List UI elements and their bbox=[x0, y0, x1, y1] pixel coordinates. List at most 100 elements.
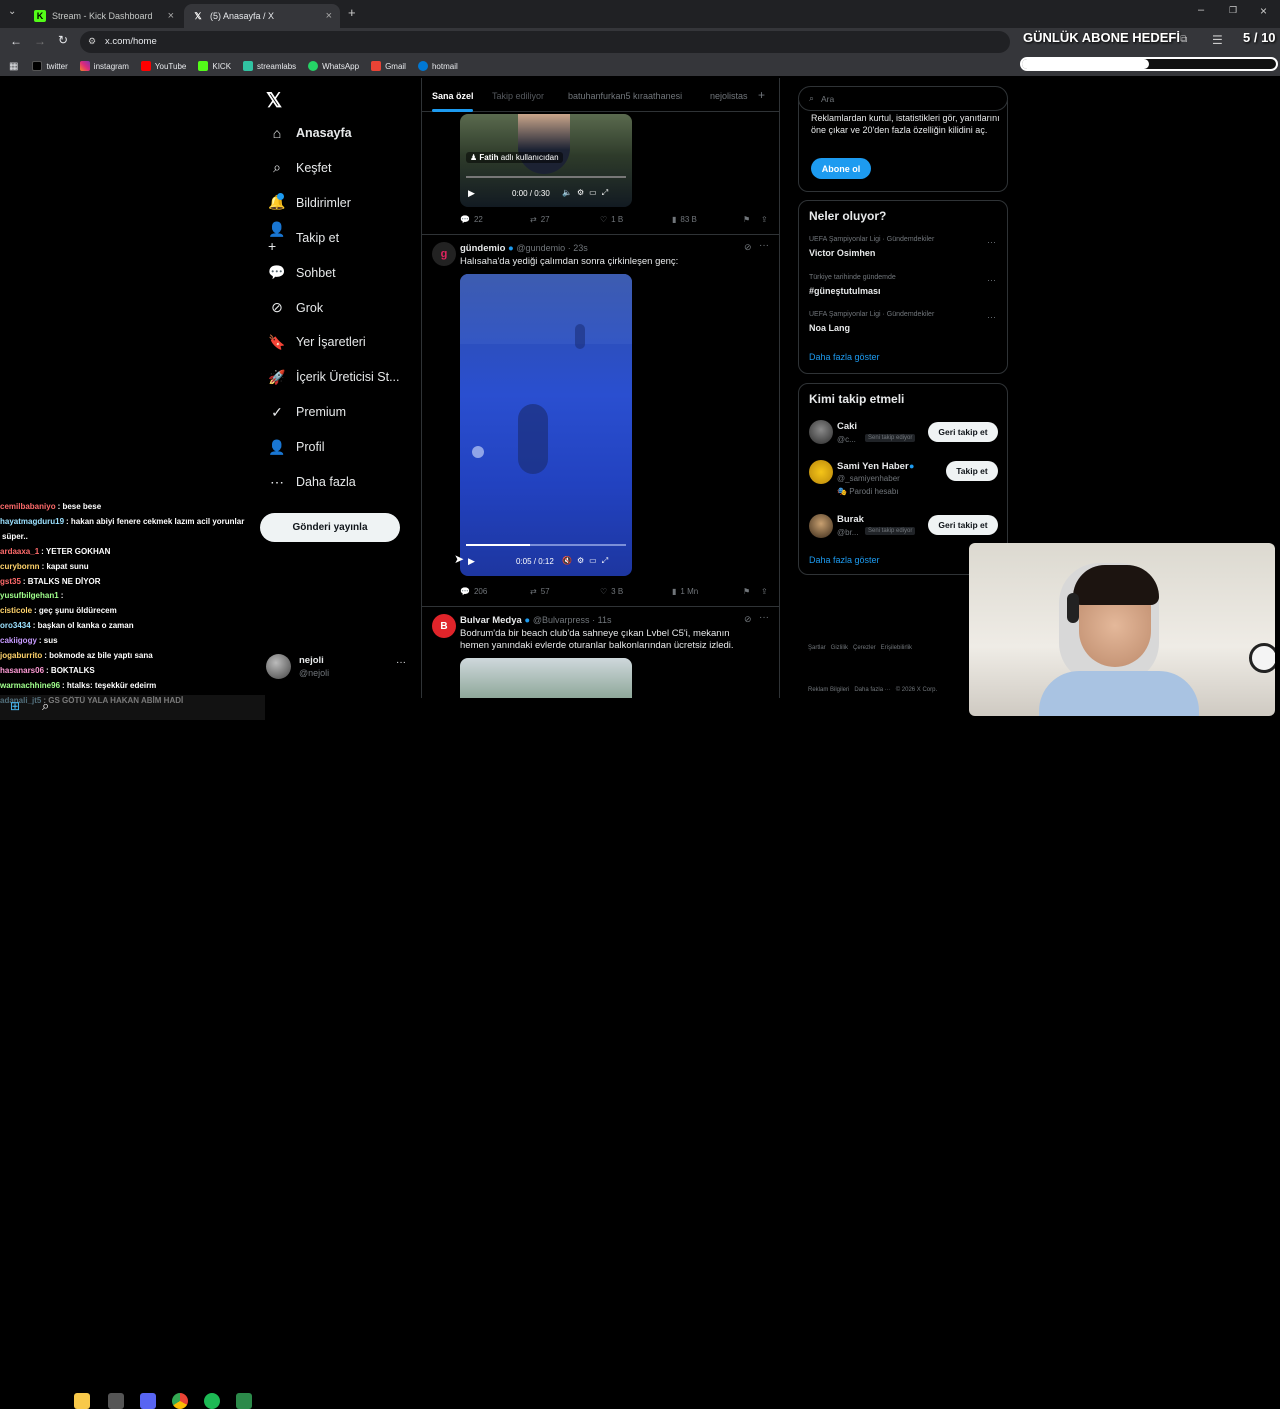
obs-icon[interactable] bbox=[236, 1393, 252, 1409]
nav-item-more[interactable]: ⋯ Daha fazla bbox=[268, 470, 356, 494]
retweet-button[interactable]: ⇄ 57 bbox=[530, 587, 550, 596]
tab-list-batuhan[interactable]: batuhanfurkan5 kıraathanesi bbox=[568, 91, 682, 101]
suggest-name[interactable]: Sami Yen Haber bbox=[837, 461, 909, 472]
tab-following[interactable]: Takip ediliyor bbox=[492, 91, 544, 101]
site-info-icon[interactable]: ⚙ bbox=[88, 36, 96, 47]
like-button[interactable]: ♡ 1 B bbox=[600, 215, 623, 224]
windows-start-icon[interactable]: ⊞ bbox=[10, 699, 20, 713]
trend-name[interactable]: Noa Lang bbox=[809, 323, 850, 333]
more-icon[interactable]: ··· bbox=[396, 657, 406, 668]
reply-button[interactable]: 💬 22 bbox=[460, 215, 483, 224]
trend-name[interactable]: #güneştutulması bbox=[809, 286, 881, 296]
suggest-name[interactable]: Burak bbox=[837, 514, 864, 525]
tweet-author-name[interactable]: gündemio bbox=[460, 243, 505, 254]
more-icon[interactable]: ··· bbox=[987, 312, 996, 322]
file-explorer-icon[interactable] bbox=[74, 1393, 90, 1409]
close-tab-icon[interactable]: × bbox=[326, 10, 332, 22]
who-show-more[interactable]: Daha fazla göster bbox=[809, 555, 880, 565]
video-progress-track[interactable] bbox=[466, 544, 626, 546]
nav-item-creator-studio[interactable]: 🚀 İçerik Üreticisi St... bbox=[268, 365, 399, 389]
tab-list-nejolistas[interactable]: nejolistas bbox=[710, 91, 748, 101]
grok-icon[interactable]: ⊘ bbox=[744, 242, 752, 253]
avatar[interactable]: B bbox=[432, 614, 456, 638]
views-button[interactable]: ▮ 1 Mn bbox=[672, 587, 698, 596]
forward-icon[interactable]: → bbox=[34, 34, 46, 48]
more-icon[interactable]: ··· bbox=[759, 240, 769, 251]
nav-item-bookmarks[interactable]: 🔖 Yer İşaretleri bbox=[268, 330, 365, 354]
tab-x-home[interactable]: 𝕏 (5) Anasayfa / X × bbox=[184, 4, 340, 28]
bookmark-icon[interactable]: ⚑ bbox=[743, 215, 750, 224]
bookmark-whatsapp[interactable]: WhatsApp bbox=[308, 61, 359, 71]
nav-item-chat[interactable]: 💬 Sohbet bbox=[268, 261, 335, 285]
close-tab-icon[interactable]: × bbox=[168, 10, 174, 22]
reply-button[interactable]: 💬 206 bbox=[460, 587, 487, 596]
tweet-time[interactable]: · 11s bbox=[592, 615, 611, 625]
bookmark-instagram[interactable]: instagram bbox=[79, 61, 129, 71]
new-tab-icon[interactable]: + bbox=[348, 5, 356, 20]
add-tab-icon[interactable]: + bbox=[758, 88, 765, 102]
tweet-handle[interactable]: @gundemio bbox=[516, 243, 565, 253]
address-bar[interactable]: ⚙ x.com/home bbox=[80, 31, 1010, 53]
reload-icon[interactable]: ↻ bbox=[58, 33, 68, 47]
like-button[interactable]: ♡ 3 B bbox=[600, 587, 623, 596]
bookmark-kick[interactable]: KICK bbox=[198, 61, 231, 71]
chat-username[interactable]: curybornn bbox=[0, 562, 40, 571]
tweet-video[interactable]: ▶ 0:05 / 0:12 🔇⚙▭⤢ bbox=[460, 274, 632, 576]
tab-for-you[interactable]: Sana özel bbox=[432, 91, 474, 101]
chat-username[interactable]: cemilbabaniyo bbox=[0, 502, 56, 511]
more-icon[interactable]: ··· bbox=[759, 612, 769, 623]
nav-item-follow[interactable]: 👤+ Takip et bbox=[268, 221, 339, 254]
post-button[interactable]: Gönderi yayınla bbox=[260, 513, 400, 542]
video-controls-icons[interactable]: 🔇⚙▭⤢ bbox=[562, 556, 613, 566]
follow-button[interactable]: Takip et bbox=[946, 461, 998, 481]
discord-icon[interactable] bbox=[140, 1393, 156, 1409]
bookmark-gmail[interactable]: Gmail bbox=[371, 61, 406, 71]
nav-item-explore[interactable]: ⌕ Keşfet bbox=[268, 156, 331, 180]
chat-username[interactable]: hayatmagduru19 bbox=[0, 517, 64, 526]
chat-username[interactable]: ardaaxa_1 bbox=[0, 547, 39, 556]
nav-item-premium[interactable]: ✓ Premium bbox=[268, 400, 346, 424]
suggest-name[interactable]: Caki bbox=[837, 421, 857, 432]
tab-kick-dashboard[interactable]: K Stream - Kick Dashboard × bbox=[26, 4, 182, 28]
nav-item-profile[interactable]: 👤 Profil bbox=[268, 435, 324, 459]
taskbar-search-icon[interactable]: ⌕ bbox=[42, 698, 49, 714]
chat-username[interactable]: cisticole bbox=[0, 606, 32, 615]
minimize-icon[interactable]: – bbox=[1198, 4, 1204, 16]
grok-icon[interactable]: ⊘ bbox=[744, 614, 752, 625]
more-icon[interactable]: ··· bbox=[987, 237, 996, 247]
chat-username[interactable]: yusufbilgehan1 bbox=[0, 591, 59, 600]
account-switcher[interactable]: nejoli @nejoli ··· bbox=[266, 654, 412, 680]
tweet-author-name[interactable]: Bulvar Medya bbox=[460, 615, 522, 626]
video-controls-icons[interactable]: 🔈⚙▭⤢ bbox=[562, 188, 613, 198]
spotify-icon[interactable] bbox=[204, 1393, 220, 1409]
chat-username[interactable]: gst35 bbox=[0, 577, 21, 586]
trend-name[interactable]: Victor Osimhen bbox=[809, 248, 875, 258]
subscribe-button[interactable]: Abone ol bbox=[811, 158, 871, 179]
avatar[interactable] bbox=[809, 514, 833, 538]
close-window-icon[interactable]: × bbox=[1260, 4, 1267, 18]
tweet-video[interactable]: ♟ Fatih adlı kullanıcıdan ▶ 0:00 / 0:30 … bbox=[460, 114, 632, 207]
apps-grid-icon[interactable]: ▦ bbox=[9, 61, 18, 72]
follow-back-button[interactable]: Geri takip et bbox=[928, 422, 998, 442]
share-icon[interactable]: ⇪ bbox=[761, 215, 768, 224]
views-button[interactable]: ▮ 83 B bbox=[672, 215, 697, 224]
trends-show-more[interactable]: Daha fazla göster bbox=[809, 352, 880, 362]
avatar[interactable]: g bbox=[432, 242, 456, 266]
tweet-time[interactable]: · 23s bbox=[568, 243, 588, 253]
follow-back-button[interactable]: Geri takip et bbox=[928, 515, 998, 535]
nav-item-home[interactable]: ⌂ Anasayfa bbox=[268, 121, 352, 145]
app-icon[interactable] bbox=[108, 1393, 124, 1409]
tweet-handle[interactable]: @Bulvarpress bbox=[533, 615, 590, 625]
bookmark-twitter[interactable]: twitter bbox=[32, 61, 68, 71]
play-icon[interactable]: ▶ bbox=[468, 556, 475, 567]
chat-username[interactable]: warmachhine96 bbox=[0, 681, 60, 690]
tweet-image[interactable] bbox=[460, 658, 632, 698]
avatar[interactable] bbox=[809, 460, 833, 484]
bookmark-streamlabs[interactable]: streamlabs bbox=[243, 61, 296, 71]
chat-username[interactable]: hasanars06 bbox=[0, 666, 44, 675]
bookmark-icon[interactable]: ⚑ bbox=[743, 587, 750, 596]
avatar[interactable] bbox=[809, 420, 833, 444]
bookmark-hotmail[interactable]: hotmail bbox=[417, 61, 458, 71]
chat-username[interactable]: oro3434 bbox=[0, 621, 31, 630]
maximize-icon[interactable]: ❐ bbox=[1229, 5, 1237, 16]
